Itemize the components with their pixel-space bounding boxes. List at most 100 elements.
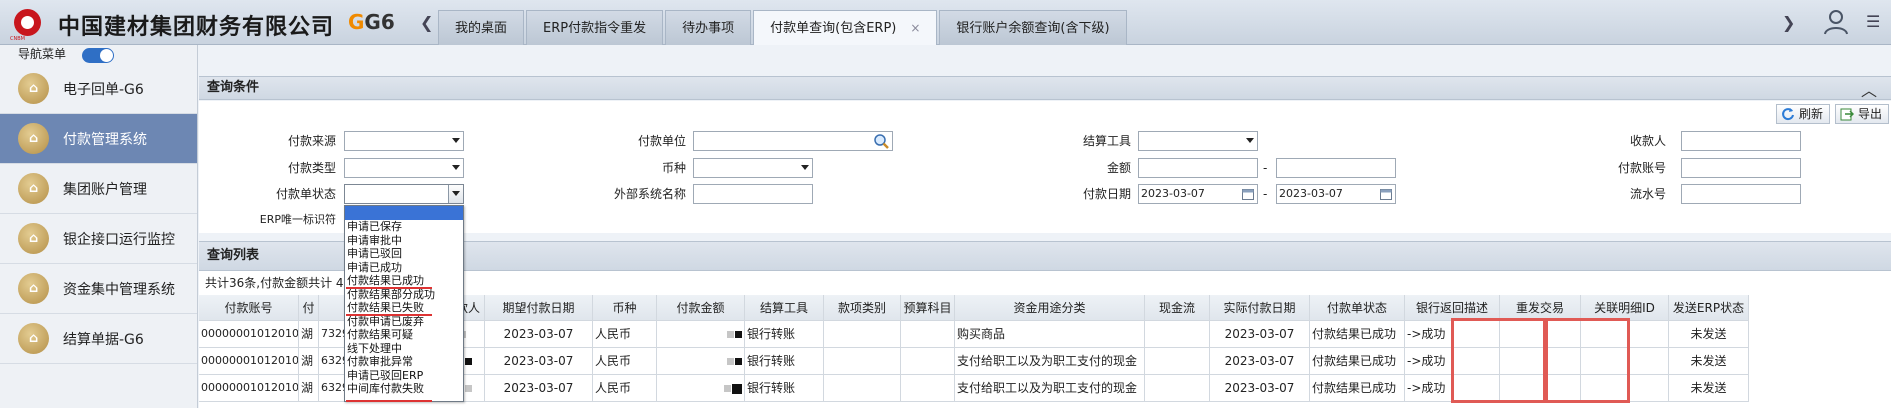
chevron-down-icon: [1246, 138, 1254, 143]
pay-source-select[interactable]: [344, 131, 464, 151]
refresh-icon: [1782, 108, 1794, 121]
col-header[interactable]: 资金用途分类: [955, 295, 1145, 321]
bank-icon: ⌂: [18, 273, 49, 304]
pay-date-to-input[interactable]: 2023-03-07: [1276, 184, 1396, 204]
query-panel-header: 查询条件 ︿: [199, 76, 1891, 100]
bank-icon: ⌂: [18, 173, 49, 204]
col-header[interactable]: 付款单状态: [1310, 295, 1405, 321]
redacted-mark: [464, 385, 472, 392]
cell-category: [824, 375, 901, 402]
col-header[interactable]: 实际付款日期: [1210, 295, 1310, 321]
pay-type-select[interactable]: [344, 158, 464, 178]
col-header[interactable]: 期望付款日期: [485, 295, 593, 321]
col-header[interactable]: 银行返回描述: [1405, 295, 1500, 321]
calendar-icon[interactable]: [1380, 188, 1392, 200]
dropdown-option[interactable]: 申请已保存: [345, 220, 463, 234]
sidebar-item-settlement-doc[interactable]: ⌂ 结算单据-G6: [0, 314, 197, 364]
dropdown-option[interactable]: 申请已驳回ERP: [345, 369, 463, 383]
settle-tool-select[interactable]: [1138, 131, 1258, 151]
date-to-value: 2023-03-07: [1279, 187, 1343, 200]
range-separator: -: [1263, 161, 1268, 175]
serial-no-input[interactable]: [1681, 184, 1801, 204]
dropdown-option[interactable]: 付款结果已成功: [345, 274, 463, 288]
export-label: 导出: [1858, 107, 1883, 121]
pay-unit-input[interactable]: [693, 131, 893, 151]
col-header[interactable]: 预算科目: [901, 295, 955, 321]
pay-account-input[interactable]: [1681, 158, 1801, 178]
cell-settle-tool: 银行转账: [745, 375, 824, 402]
pay-status-select[interactable]: [344, 184, 464, 204]
dropdown-option[interactable]: 申请已驳回: [345, 247, 463, 261]
tabs-next-icon[interactable]: ❯: [1782, 13, 1795, 32]
col-header[interactable]: 付: [299, 295, 319, 321]
dropdown-option-blank[interactable]: [345, 206, 463, 220]
nav-toggle-label: 导航菜单: [18, 47, 67, 61]
dropdown-option[interactable]: 中间库付款失败: [345, 382, 463, 396]
dropdown-option[interactable]: 线下处理中: [345, 342, 463, 356]
chevron-up-icon[interactable]: ︿: [1861, 80, 1877, 102]
cell-usage: 支付给职工以及为职工支付的现金: [955, 348, 1145, 375]
top-header: CNBM 中国建材集团财务有限公司 GG6 ❮ 我的桌面 ERP付款指令重发 待…: [0, 0, 1891, 45]
tab-todo[interactable]: 待办事项: [665, 10, 752, 45]
cell-actual-date: 2023-03-07: [1210, 348, 1310, 375]
currency-select[interactable]: [693, 158, 813, 178]
pay-source-label: 付款来源: [287, 134, 336, 148]
sidebar-item-payment-mgmt[interactable]: ⌂ 付款管理系统: [0, 114, 197, 164]
cell-budget: [901, 348, 955, 375]
dropdown-button[interactable]: [448, 185, 463, 203]
calendar-icon[interactable]: [1242, 188, 1254, 200]
col-header[interactable]: 结算工具: [745, 295, 824, 321]
sidebar-item-group-account[interactable]: ⌂ 集团账户管理: [0, 164, 197, 214]
nav-menu-switch[interactable]: [82, 48, 114, 63]
tab-erp-resend[interactable]: ERP付款指令重发: [526, 10, 664, 45]
tab-balance-query[interactable]: 银行账户余额查询(含下级): [939, 10, 1127, 45]
logo-sub-text: CNBM: [10, 36, 25, 42]
amount-min-input[interactable]: [1138, 158, 1258, 178]
refresh-button[interactable]: 刷新: [1776, 104, 1831, 124]
sidebar-item-label: 电子回单-G6: [63, 81, 144, 98]
dropdown-option[interactable]: 付款结果已失败: [345, 301, 463, 315]
tabs-prev-icon[interactable]: ❮: [420, 13, 433, 32]
pay-date-from-input[interactable]: 2023-03-07: [1138, 184, 1258, 204]
sidebar-item-e-receipt[interactable]: ⌂ 电子回单-G6: [0, 64, 197, 114]
col-header[interactable]: 重发交易: [1500, 295, 1581, 321]
cell-settle-tool: 银行转账: [745, 321, 824, 348]
close-icon[interactable]: ×: [910, 21, 920, 35]
date-from-value: 2023-03-07: [1141, 187, 1205, 200]
chevron-down-icon: [452, 191, 460, 196]
search-icon[interactable]: [873, 133, 890, 149]
option-underline-mark: [346, 287, 432, 289]
tab-payment-query[interactable]: 付款单查询(包含ERP) ×: [753, 10, 938, 45]
dropdown-option[interactable]: 申请审批中: [345, 234, 463, 248]
redacted-mark: [735, 331, 742, 338]
cell-status: 付款结果已成功: [1310, 348, 1405, 375]
tab-my-desktop[interactable]: 我的桌面: [438, 10, 525, 45]
cell-erp-status: 未发送: [1669, 375, 1749, 402]
col-header[interactable]: 付款金额: [657, 295, 745, 321]
cell-currency: 人民币: [593, 321, 657, 348]
sidebar-item-fund-concentration[interactable]: ⌂ 资金集中管理系统: [0, 264, 197, 314]
ext-system-input[interactable]: [693, 184, 813, 204]
user-icon[interactable]: [1823, 9, 1849, 35]
tab-label: 待办事项: [682, 21, 735, 36]
amount-max-input[interactable]: [1276, 158, 1396, 178]
chevron-down-icon: [452, 138, 460, 143]
col-header[interactable]: 关联明细ID: [1581, 295, 1669, 321]
sidebar-item-label: 结算单据-G6: [63, 331, 144, 348]
dropdown-option[interactable]: 付款审批异常: [345, 355, 463, 369]
col-header[interactable]: 付款账号: [199, 295, 299, 321]
more-icon[interactable]: ☰: [1866, 12, 1880, 31]
col-header[interactable]: 发送ERP状态: [1669, 295, 1749, 321]
sidebar-item-label: 银企接口运行监控: [63, 231, 175, 248]
col-header[interactable]: 币种: [593, 295, 657, 321]
sidebar-item-interface-monitor[interactable]: ⌂ 银企接口运行监控: [0, 214, 197, 264]
export-button[interactable]: 导出: [1835, 104, 1890, 124]
col-header[interactable]: 现金流: [1145, 295, 1210, 321]
tab-label: 我的桌面: [455, 21, 508, 36]
dropdown-option[interactable]: 付款结果可疑: [345, 328, 463, 342]
dropdown-option[interactable]: 申请已成功: [345, 261, 463, 275]
col-header[interactable]: 款项类别: [824, 295, 901, 321]
dropdown-option[interactable]: 付款申请已废弃: [345, 315, 463, 329]
dropdown-option[interactable]: 付款结果部分成功: [345, 288, 463, 302]
payee-input[interactable]: [1681, 131, 1801, 151]
